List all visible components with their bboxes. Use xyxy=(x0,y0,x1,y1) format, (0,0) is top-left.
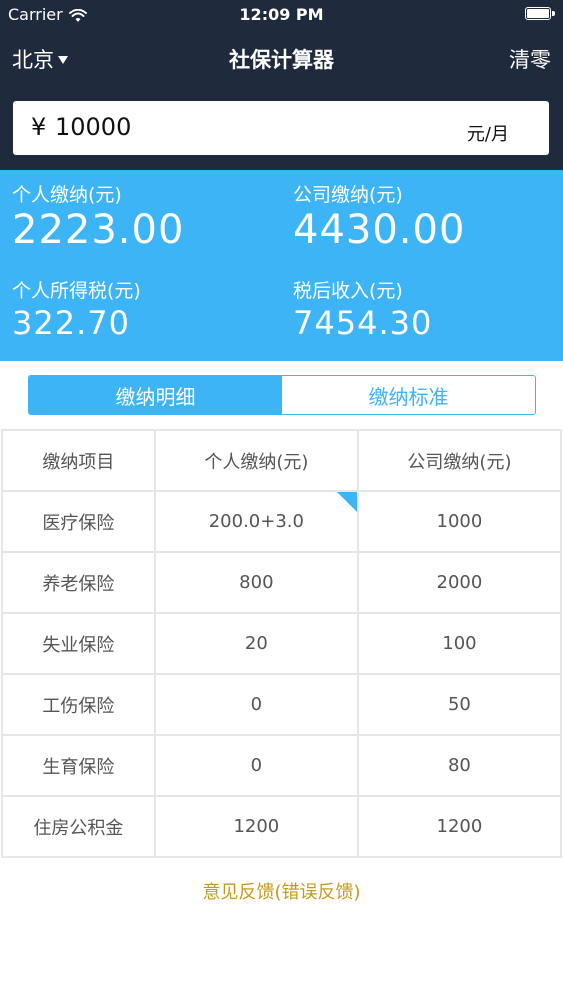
nav-bar: 北京 社保计算器 清零 xyxy=(0,36,563,80)
corner-flag-icon xyxy=(336,492,357,512)
salary-value[interactable]: 10000 xyxy=(55,113,131,141)
row-personal: 0 xyxy=(153,673,359,736)
company-contribution-value: 4430.00 xyxy=(293,207,466,253)
row-personal: 0 xyxy=(153,734,359,797)
segmented-control: 缴纳明细 缴纳标准 xyxy=(28,375,536,415)
summary-panel: 个人缴纳(元) 2223.00 公司缴纳(元) 4430.00 个人所得税(元)… xyxy=(0,170,563,361)
header-company: 公司缴纳(元) xyxy=(356,429,563,492)
row-item: 生育保险 xyxy=(1,734,156,797)
tab-payment-details[interactable]: 缴纳明细 xyxy=(29,376,282,414)
income-tax-label: 个人所得税(元) xyxy=(12,280,141,302)
top-bar: Carrier 12:09 PM 北京 社保计算器 清零 ¥ 10000 元/月 xyxy=(0,0,563,170)
row-company: 2000 xyxy=(356,551,563,614)
company-contribution-label: 公司缴纳(元) xyxy=(293,184,403,206)
table-row: 失业保险 20 100 xyxy=(1,612,563,675)
table-row: 医疗保险 200.0+3.0 1000 xyxy=(1,490,563,553)
personal-contribution-summary: 个人缴纳(元) 2223.00 xyxy=(12,180,184,253)
table-row: 工伤保险 0 50 xyxy=(1,673,563,736)
income-tax-summary: 个人所得税(元) 322.70 xyxy=(12,276,141,343)
page-title: 社保计算器 xyxy=(229,48,334,72)
row-item: 工伤保险 xyxy=(1,673,156,736)
status-bar: Carrier 12:09 PM xyxy=(0,0,563,30)
row-personal: 1200 xyxy=(153,795,359,858)
income-tax-value: 322.70 xyxy=(12,304,130,342)
row-item: 住房公积金 xyxy=(1,795,156,858)
salary-unit: 元/月 xyxy=(466,124,509,145)
after-tax-income-value: 7454.30 xyxy=(293,304,433,342)
row-item: 养老保险 xyxy=(1,551,156,614)
header-item: 缴纳项目 xyxy=(1,429,156,492)
row-company: 1000 xyxy=(356,490,563,553)
row-company: 100 xyxy=(356,612,563,675)
row-company: 1200 xyxy=(356,795,563,858)
currency-symbol: ¥ xyxy=(31,113,47,141)
status-time: 12:09 PM xyxy=(239,5,324,24)
table-row: 生育保险 0 80 xyxy=(1,734,563,797)
feedback-link[interactable]: 意见反馈(错误反馈) xyxy=(0,878,563,904)
contribution-table: 缴纳项目 个人缴纳(元) 公司缴纳(元) 医疗保险 200.0+3.0 1000… xyxy=(1,429,563,858)
header-personal: 个人缴纳(元) xyxy=(153,429,359,492)
clear-button[interactable]: 清零 xyxy=(509,44,551,74)
company-contribution-summary: 公司缴纳(元) 4430.00 xyxy=(293,180,465,253)
row-personal: 20 xyxy=(153,612,359,675)
row-personal: 200.0+3.0 xyxy=(208,511,304,532)
battery-icon xyxy=(525,7,555,20)
table-row: 养老保险 800 2000 xyxy=(1,551,563,614)
row-personal: 800 xyxy=(153,551,359,614)
row-item: 医疗保险 xyxy=(1,490,156,553)
row-company: 80 xyxy=(356,734,563,797)
row-item: 失业保险 xyxy=(1,612,156,675)
personal-contribution-label: 个人缴纳(元) xyxy=(12,184,122,206)
personal-contribution-value: 2223.00 xyxy=(12,207,185,253)
table-row: 住房公积金 1200 1200 xyxy=(1,795,563,858)
salary-input[interactable]: ¥ 10000 元/月 xyxy=(13,101,549,155)
after-tax-income-summary: 税后收入(元) 7454.30 xyxy=(293,276,432,343)
tab-payment-standards[interactable]: 缴纳标准 xyxy=(282,376,535,414)
after-tax-income-label: 税后收入(元) xyxy=(293,280,403,302)
table-header-row: 缴纳项目 个人缴纳(元) 公司缴纳(元) xyxy=(1,429,563,492)
row-personal-cell[interactable]: 200.0+3.0 xyxy=(153,490,359,553)
row-company: 50 xyxy=(356,673,563,736)
